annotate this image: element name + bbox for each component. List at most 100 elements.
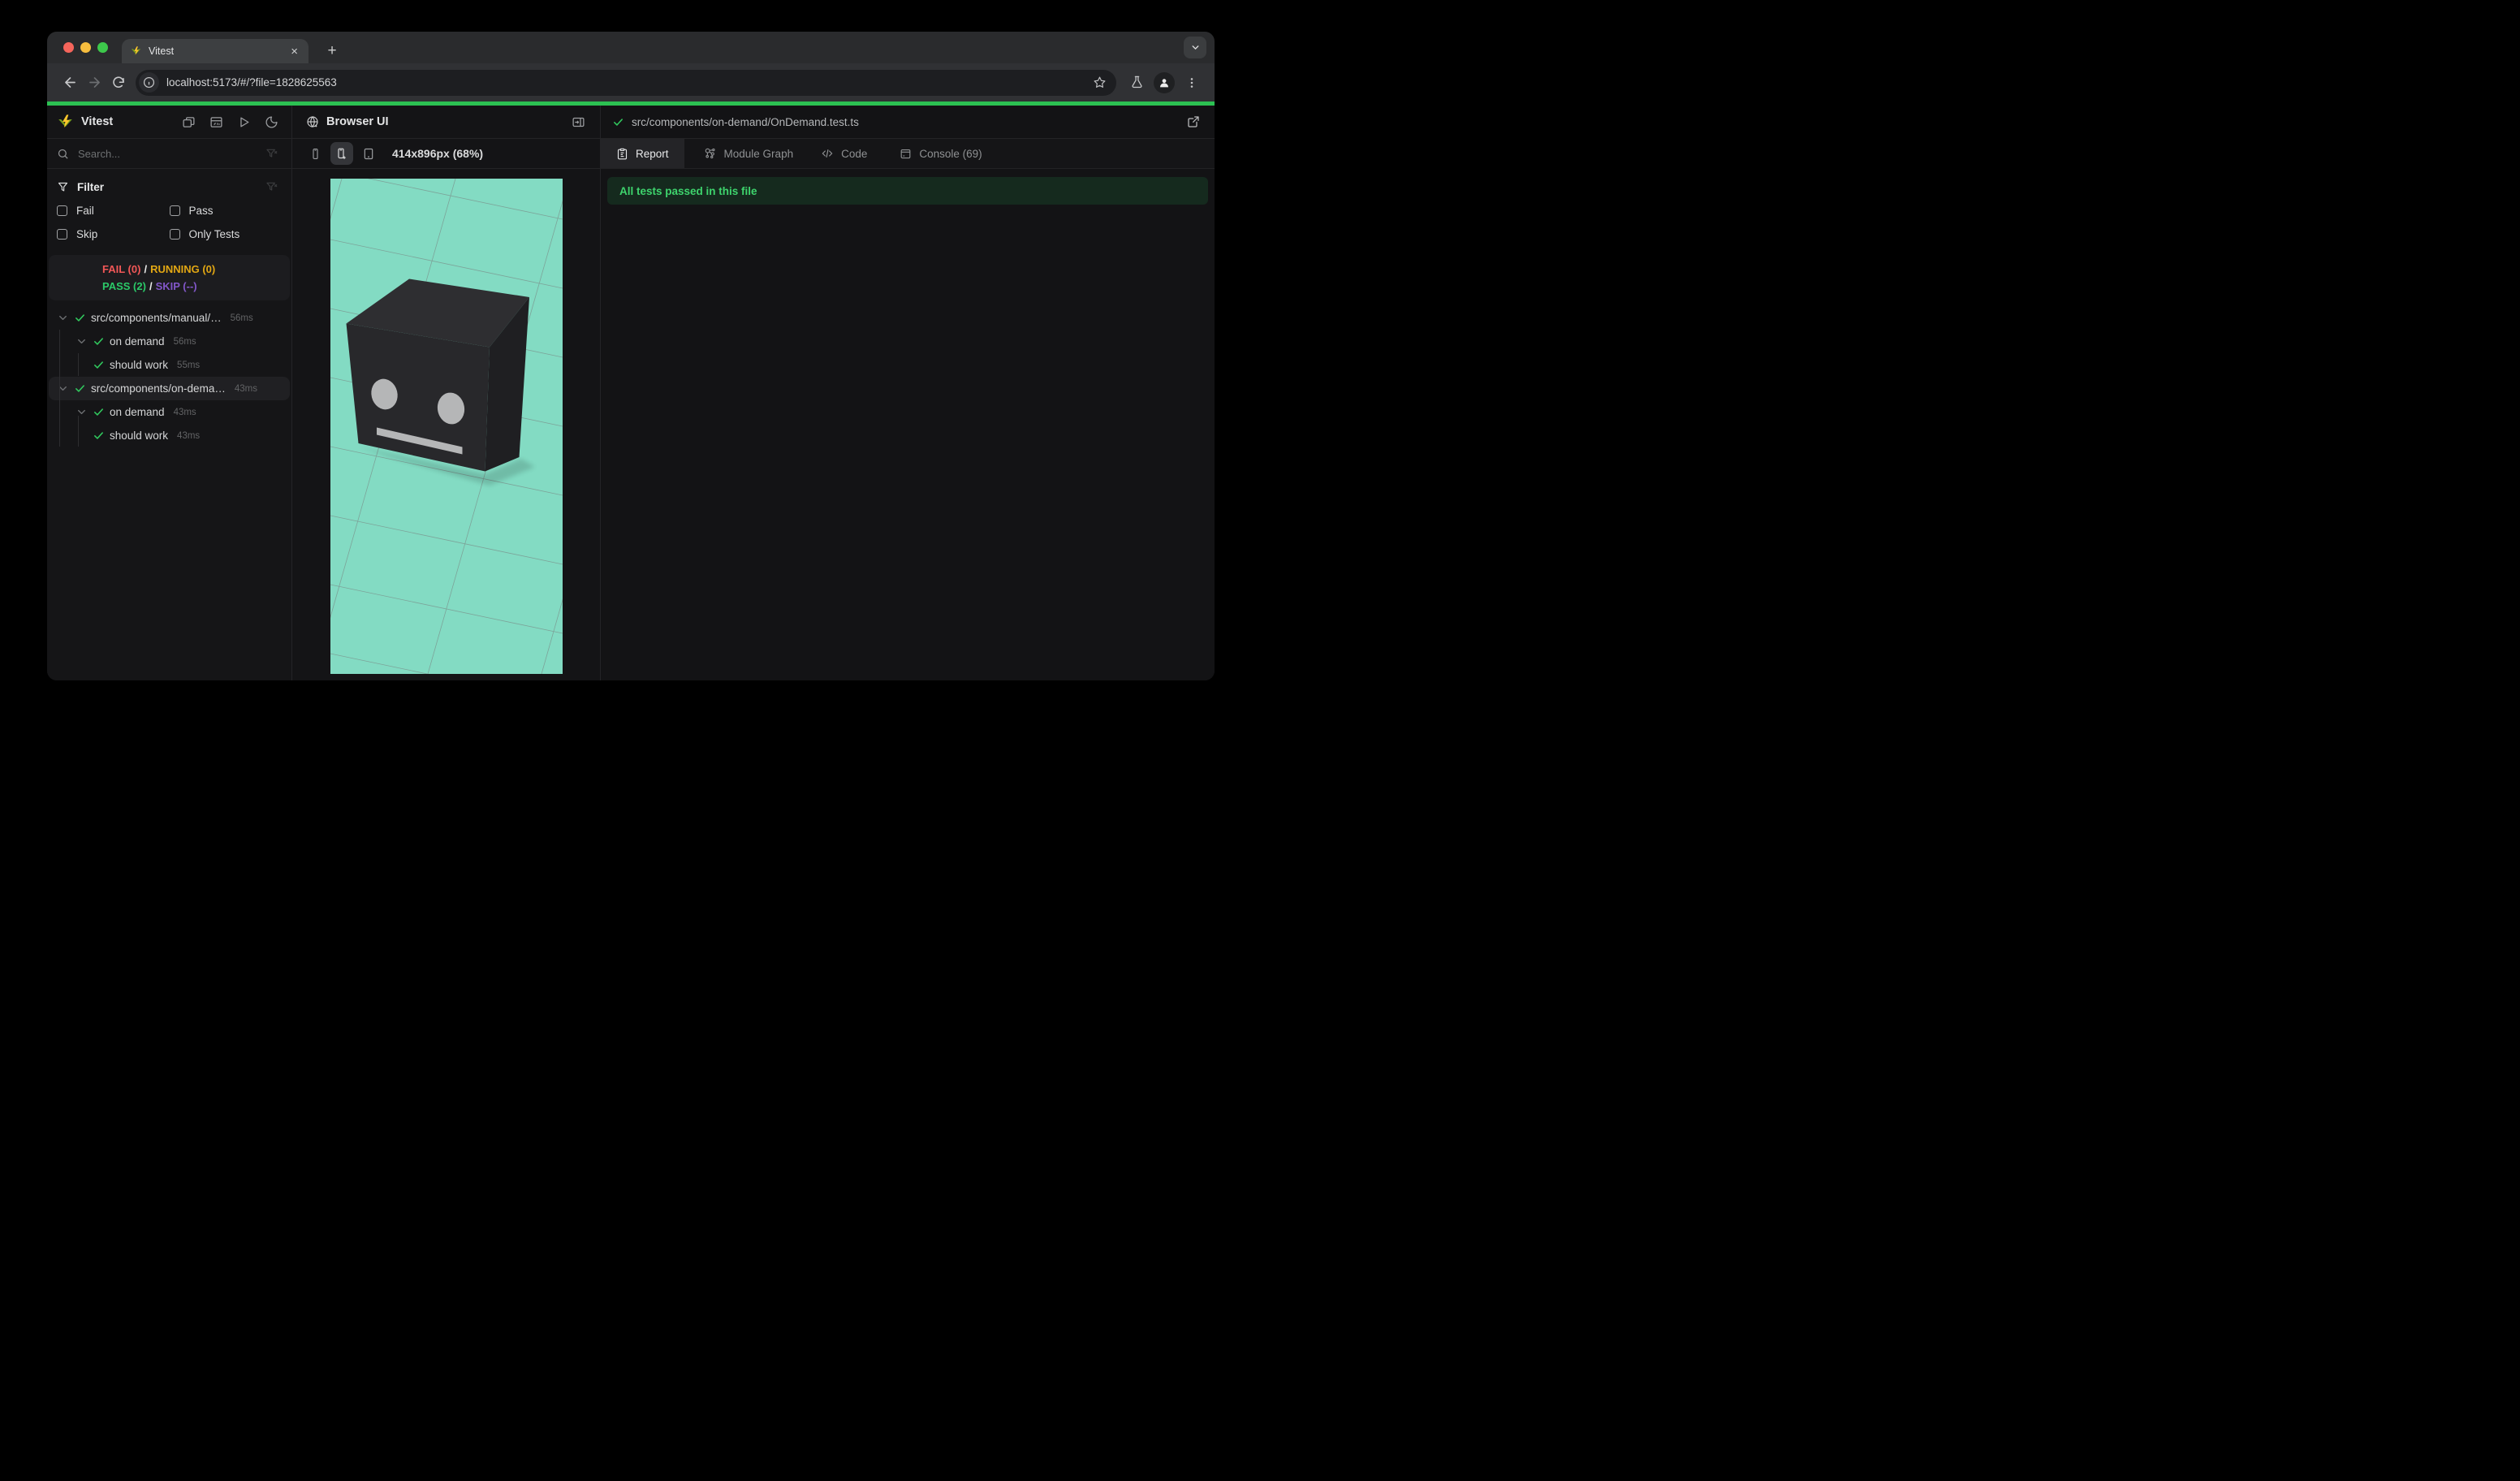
dock-right-icon [572,117,585,127]
filter-fail-checkbox[interactable]: Fail [57,199,170,222]
tree-guide-line [78,353,79,376]
clear-search-filter-button[interactable] [262,147,282,160]
chevron-down-icon [1190,42,1201,53]
sidebar-title: Vitest [81,115,114,128]
browser-menu-button[interactable] [1180,71,1204,95]
filter-x-icon [266,182,278,191]
url-text[interactable]: localhost:5173/#/?file=1828625563 [166,76,1088,89]
pass-check-icon [614,118,623,126]
browser-tab[interactable]: Vitest × [122,39,309,63]
globe-icon [307,116,318,127]
tab-code[interactable]: Code [819,139,869,168]
test-duration: 43ms [173,407,196,417]
device-phone-plus-button[interactable] [330,142,353,165]
viewport-dimensions: 414x896px (68%) [392,147,484,160]
pass-check-icon [93,406,105,418]
current-file-path: src/components/on-demand/OnDemand.test.t… [632,115,859,128]
robot-cube [346,278,529,472]
test-duration: 56ms [173,336,196,347]
play-icon [240,117,249,127]
filter-pass-checkbox[interactable]: Pass [169,199,283,222]
tab-label: Module Graph [723,147,794,160]
device-tablet-button[interactable] [359,147,378,161]
dock-panel-button[interactable] [568,115,589,129]
chevron-down-icon[interactable] [76,335,88,348]
separator: / [144,263,148,275]
phone-icon [313,148,318,159]
dots-vertical-icon [1190,77,1193,88]
search-input[interactable] [76,146,255,161]
filter-header: Filter [57,176,282,197]
zoom-window-button[interactable] [97,42,108,53]
address-bar[interactable]: localhost:5173/#/?file=1828625563 [136,69,1116,96]
bookmark-button[interactable] [1088,76,1111,89]
moon-icon [265,115,278,128]
new-tab-button[interactable]: + [321,41,343,62]
test-duration: 55ms [177,360,201,370]
report-header: src/components/on-demand/OnDemand.test.t… [601,106,1215,139]
reload-button[interactable] [106,71,131,95]
person-icon [1160,78,1168,87]
chevron-down-icon[interactable] [57,312,69,324]
test-suite-row[interactable]: on demand 56ms [49,330,290,353]
minimize-window-button[interactable] [80,42,91,53]
pass-check-icon [74,312,86,324]
reload-icon [113,76,124,88]
dashboard-icon [210,116,222,127]
test-suite-row[interactable]: on demand 43ms [49,400,290,424]
test-label: on demand [110,335,165,348]
window-controls [63,42,108,53]
tab-report[interactable]: Report [601,139,684,168]
test-case-row[interactable]: should work 43ms [49,424,290,447]
close-window-button[interactable] [63,42,74,53]
test-label: should work [110,359,169,371]
tablet-icon [364,148,373,159]
tab-close-icon[interactable]: × [288,45,300,58]
checkbox-label: Pass [188,205,214,217]
open-external-button[interactable] [1184,115,1203,128]
all-tests-passed-banner: All tests passed in this file [607,177,1208,205]
checkbox-label: Fail [76,205,94,217]
tab-strip: Vitest × + [47,32,1215,63]
tab-search-button[interactable] [1184,37,1206,58]
dark-mode-toggle[interactable] [261,115,282,129]
preview-windows-button[interactable] [179,115,199,129]
test-file-row-selected[interactable]: src/components/on-dema… 43ms [49,377,290,400]
clear-filters-button[interactable] [262,180,282,193]
vitest-logo-icon [57,114,74,131]
filter-only-tests-checkbox[interactable]: Only Tests [169,222,283,246]
site-info-button[interactable] [139,72,159,93]
run-all-button[interactable] [234,115,254,129]
report-body: All tests passed in this file [601,169,1215,680]
pass-check-icon [74,382,86,395]
tab-label: Console (69) [919,147,982,160]
external-link-icon [1188,116,1199,127]
filter-title: Filter [77,180,105,193]
tab-console[interactable]: Console (69) [898,139,983,168]
report-tabs: Report Module Graph Code Console (69) [601,139,1215,169]
filter-checkboxes: Fail Pass Skip Only Tests [57,199,282,246]
running-count: RUNNING (0) [150,263,216,275]
test-label: should work [110,430,169,442]
pass-check-icon [93,359,105,371]
device-phone-small-button[interactable] [306,147,325,161]
profile-button[interactable] [1154,71,1175,93]
tab-module-graph[interactable]: Module Graph [702,139,796,168]
filter-skip-checkbox[interactable]: Skip [57,222,170,246]
forward-button[interactable] [82,71,106,95]
test-browser-viewport[interactable] [330,179,563,674]
tree-guide-line [59,330,60,447]
experiments-button[interactable] [1124,71,1149,95]
flask-icon [1131,76,1142,89]
vitest-ui: Vitest Search... Filter Fail Pass Skip O… [47,106,1215,680]
checkbox-label: Only Tests [188,228,240,240]
vitest-favicon-icon [130,45,142,58]
back-button[interactable] [58,71,82,95]
test-case-row[interactable]: should work 55ms [49,353,290,377]
test-file-row[interactable]: src/components/manual/… 56ms [49,306,290,330]
code-icon [821,147,834,160]
test-summary: FAIL (0) / RUNNING (0) PASS (2) / SKIP (--) [49,255,290,300]
dashboard-button[interactable] [206,115,227,129]
sidebar-header: Vitest [47,106,291,139]
browser-ui-panel: Browser UI 414x896px (68%) [292,106,601,680]
